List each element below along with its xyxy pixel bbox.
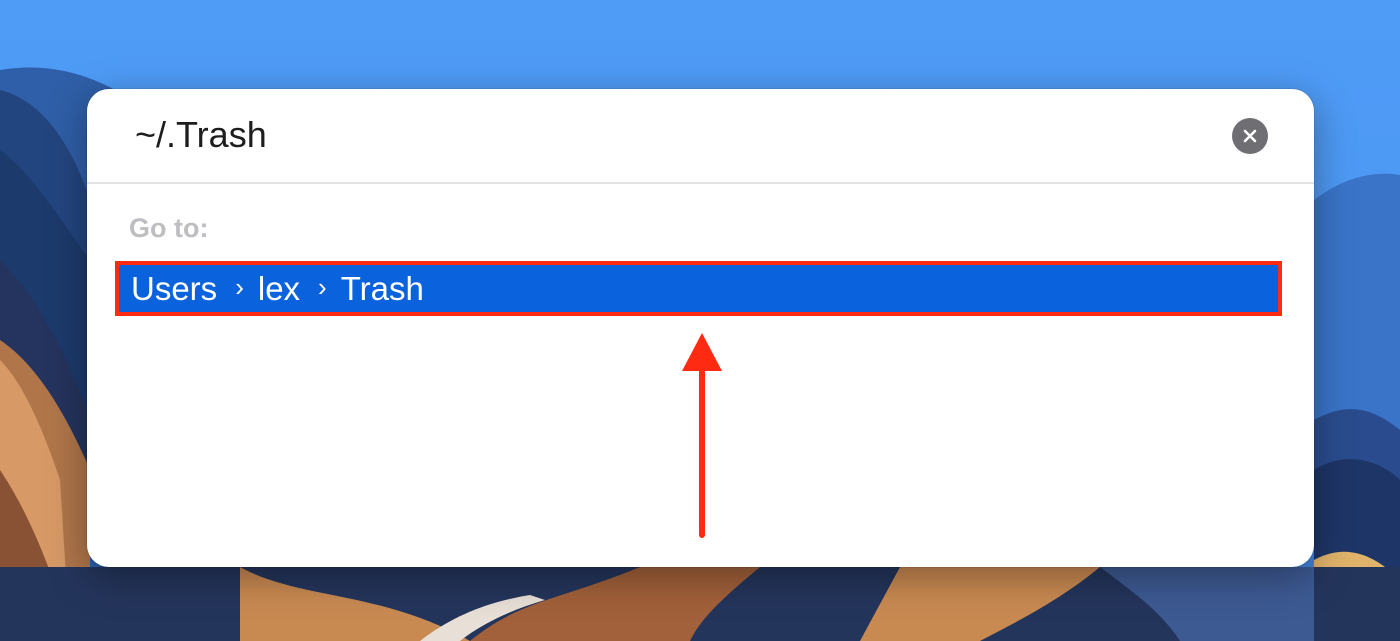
breadcrumb-separator: › bbox=[318, 272, 327, 302]
close-icon bbox=[1243, 129, 1257, 143]
path-field bbox=[87, 89, 1314, 184]
clear-button[interactable] bbox=[1232, 118, 1268, 154]
desktop: Go to: Users › lex › Trash bbox=[0, 0, 1400, 641]
path-input[interactable] bbox=[135, 109, 1215, 161]
breadcrumb-users: Users bbox=[131, 269, 218, 307]
annotation-arrow bbox=[682, 333, 722, 538]
breadcrumb-separator: › bbox=[235, 272, 244, 302]
go-to-label: Go to: bbox=[129, 213, 209, 243]
result-row-trash[interactable]: Users › lex › Trash bbox=[115, 261, 1282, 316]
breadcrumb-trash: Trash bbox=[340, 269, 424, 307]
go-to-folder-dialog: Go to: Users › lex › Trash bbox=[87, 89, 1314, 567]
breadcrumb-lex: lex bbox=[257, 269, 301, 307]
